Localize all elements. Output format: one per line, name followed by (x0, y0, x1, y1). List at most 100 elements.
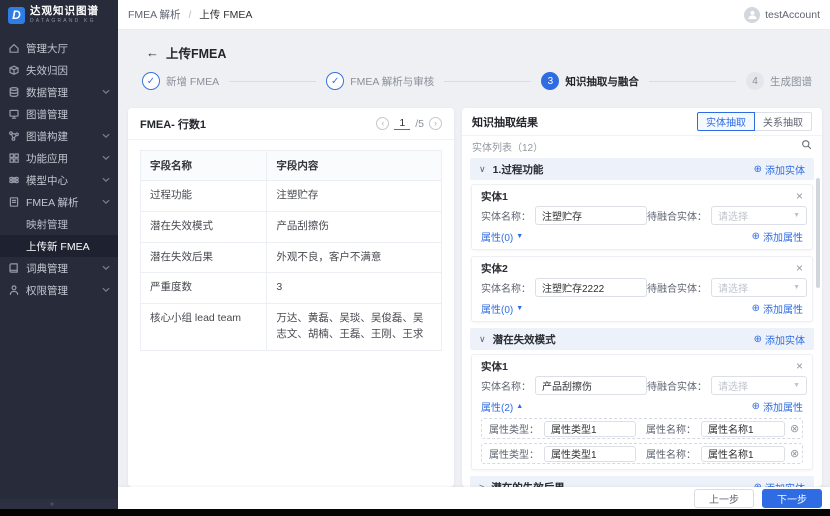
search-icon[interactable] (801, 139, 812, 153)
add-attribute-button[interactable]: ⊕ 添加属性 (752, 399, 803, 414)
attr-name-input[interactable] (701, 445, 785, 462)
book-icon (8, 262, 20, 274)
sidebar-item-data-management[interactable]: 数据管理 (0, 81, 118, 103)
remove-attribute-icon[interactable]: ⊗ (790, 422, 799, 435)
avatar (744, 6, 761, 23)
entity-card: 实体1 × 实体名称： 待融合实体： 请选择 ▼ (471, 184, 813, 250)
sidebar-menu: 管理大厅 失效归因 数据管理 图谱管理 图谱构建 功能应用 模型中心 FMEA … (0, 37, 118, 301)
app-logo[interactable]: D 达观知识图谱 DATAGRAND KG (0, 0, 118, 30)
attr-count-toggle[interactable]: 属性(2) ▲ (481, 399, 523, 414)
tab-relation-extraction[interactable]: 关系抽取 (755, 112, 812, 131)
step-1-label: 新增 FMEA (166, 75, 220, 88)
user-menu[interactable]: testAccount (744, 6, 820, 23)
brand-subtitle: DATAGRAND KG (30, 17, 96, 24)
step-4-number: 4 (745, 72, 764, 90)
attr-count-toggle[interactable]: 属性(0) ▼ (481, 229, 523, 244)
next-step-button[interactable]: 下一步 (762, 488, 822, 508)
step-2: ✓ FMEA 解析与审核 (326, 72, 434, 90)
breadcrumb-parent[interactable]: FMEA 解析 (128, 9, 181, 21)
fmea-row-panel: FMEA- 行数1 ‹ 1 /5 › 字段名称 字段内容 过程功能 注塑贮存 潜… (128, 108, 454, 487)
add-attribute-button[interactable]: ⊕ 添加属性 (752, 301, 803, 316)
close-icon[interactable]: × (796, 360, 803, 372)
attribute-row: 属性类型： 属性名称： ⊗ (481, 443, 803, 464)
pager-prev-icon[interactable]: ‹ (376, 117, 390, 130)
user-name: testAccount (765, 8, 820, 21)
attribute-row: 属性类型： 属性名称： ⊗ (481, 418, 803, 439)
sidebar-item-mapping-management[interactable]: 映射管理 (0, 213, 118, 235)
chevron-down-icon: ▼ (793, 382, 800, 389)
attr-name-input[interactable] (701, 420, 785, 437)
tab-entity-extraction[interactable]: 实体抽取 (697, 112, 755, 131)
table-header-row: 字段名称 字段内容 (139, 150, 442, 181)
wizard-footer: 上一步 下一步 (118, 487, 830, 509)
sidebar-item-hall[interactable]: 管理大厅 (0, 37, 118, 59)
plus-circle-icon: ⊕ (751, 231, 760, 242)
graph-icon (8, 130, 20, 142)
add-entity-button[interactable]: ⊕ 添加实体 (754, 162, 805, 177)
merge-entity-select[interactable]: 请选择 ▼ (711, 376, 807, 395)
section-failure-mode[interactable]: ∨ 潜在失效模式 ⊕ 添加实体 (470, 328, 814, 350)
prev-step-button[interactable]: 上一步 (694, 488, 754, 508)
add-attribute-button[interactable]: ⊕ 添加属性 (752, 229, 803, 244)
pager-total: /5 (415, 117, 424, 130)
table-row: 潜在失效模式 产品刮擦伤 (139, 210, 442, 243)
attr-type-input[interactable] (544, 420, 636, 437)
chevron-down-icon (102, 196, 110, 208)
close-icon[interactable]: × (796, 262, 803, 274)
entity-name-input[interactable] (535, 278, 647, 297)
extraction-title: 知识抽取结果 (472, 116, 538, 129)
sidebar-item-fmea-parse[interactable]: FMEA 解析 (0, 191, 118, 213)
entity-card-title: 实体2 (481, 262, 508, 275)
section-failure-effect[interactable]: > 潜在的失效后果 ⊕ 添加实体 (470, 476, 814, 487)
pager-next-icon[interactable]: › (429, 117, 442, 130)
sidebar-item-permission-management[interactable]: 权限管理 (0, 279, 118, 301)
brand-logo-icon: D (8, 6, 25, 24)
step-2-label: FMEA 解析与审核 (350, 75, 435, 88)
attr-count-toggle[interactable]: 属性(0) ▼ (481, 301, 523, 316)
page-title: 上传FMEA (166, 47, 227, 61)
sidebar-collapse-button[interactable]: « (0, 499, 118, 509)
section-process-function[interactable]: ∨ 1.过程功能 ⊕ 添加实体 (470, 158, 814, 180)
main-content: ← 上传FMEA ✓ 新增 FMEA ✓ FMEA 解析与审核 3 知识抽取与融… (118, 30, 830, 509)
home-icon (8, 42, 20, 54)
sidebar-item-dict-management[interactable]: 词典管理 (0, 257, 118, 279)
attr-type-input[interactable] (544, 445, 636, 462)
row-pager: ‹ 1 /5 › (376, 117, 442, 130)
table-row: 严重度数 3 (139, 272, 442, 304)
sidebar-item-model-center[interactable]: 模型中心 (0, 169, 118, 191)
fmea-row-panel-header: FMEA- 行数1 ‹ 1 /5 › (128, 108, 454, 140)
plus-circle-icon: ⊕ (751, 401, 760, 412)
add-entity-button[interactable]: ⊕ 添加实体 (754, 332, 805, 347)
step-3: 3 知识抽取与融合 (541, 72, 639, 90)
sidebar-item-graph-management[interactable]: 图谱管理 (0, 103, 118, 125)
entity-scroll-area[interactable]: ∨ 1.过程功能 ⊕ 添加实体 实体1 × 实体名称： 注塑贮存 待融合实体： … (462, 156, 822, 487)
close-icon[interactable]: × (796, 190, 803, 202)
chevron-down-icon (102, 284, 110, 296)
monitor-icon (8, 108, 20, 120)
pager-current-page[interactable]: 1 (394, 117, 411, 130)
plus-circle-icon: ⊕ (753, 163, 762, 175)
column-header: 字段名称 (139, 150, 268, 181)
step-connector (648, 80, 736, 82)
add-entity-button[interactable]: ⊕ 添加实体 (754, 480, 805, 488)
sidebar-item-failure-attribution[interactable]: 失效归因 (0, 59, 118, 81)
bottom-bar (0, 509, 830, 516)
sidebar: D 达观知识图谱 DATAGRAND KG 管理大厅 失效归因 数据管理 图谱管… (0, 0, 118, 509)
sidebar-item-function-app[interactable]: 功能应用 (0, 147, 118, 169)
entity-name-input[interactable] (535, 206, 647, 225)
chevron-down-icon: ∨ (479, 163, 486, 174)
merge-entity-select[interactable]: 请选择 ▼ (711, 278, 807, 297)
scrollbar[interactable] (816, 178, 820, 288)
sidebar-item-graph-build[interactable]: 图谱构建 (0, 125, 118, 147)
sidebar-item-upload-new-fmea[interactable]: 上传新 FMEA (0, 235, 118, 257)
entity-name-input[interactable] (535, 376, 647, 395)
back-arrow-icon[interactable]: ← (146, 45, 159, 60)
plus-circle-icon: ⊕ (753, 333, 762, 345)
remove-attribute-icon[interactable]: ⊗ (790, 447, 799, 460)
brand-title: 达观知识图谱 (30, 4, 99, 17)
merge-entity-select[interactable]: 请选择 ▼ (711, 206, 807, 225)
chevron-down-icon (102, 130, 110, 142)
chevron-down-icon: ▼ (793, 212, 800, 219)
entity-list-count: 实体列表（12） (472, 142, 544, 154)
step-connector (444, 80, 532, 82)
